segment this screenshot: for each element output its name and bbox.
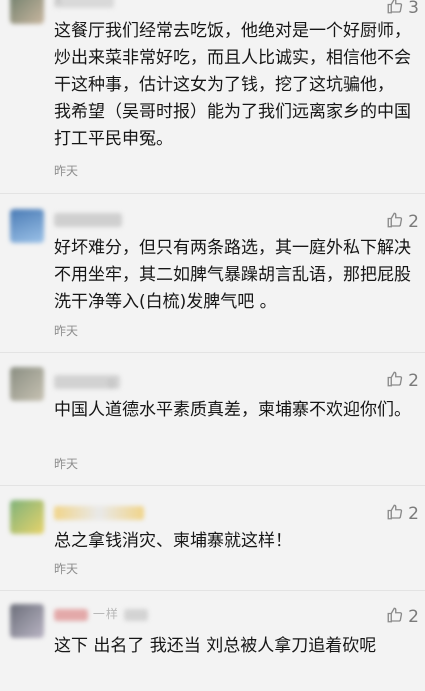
commenter-name[interactable]	[54, 506, 144, 520]
commenter-name[interactable]: g	[54, 375, 120, 389]
like-button[interactable]: 2	[386, 503, 419, 525]
divider	[0, 193, 425, 194]
thumbs-up-icon	[386, 211, 404, 234]
like-count: 2	[408, 371, 419, 391]
commenter-name[interactable]: X	[54, 0, 114, 8]
comment-time: 昨天	[54, 164, 79, 178]
name-visible-part: 一样	[92, 607, 119, 621]
name-blur-prefix	[54, 608, 88, 621]
comment-text: 这餐厅我们经常去吃饭，他绝对是一个好厨师，炒出来菜非常好吃，而且人比诚实，相信他…	[54, 21, 411, 149]
comment-text: 总之拿钱消灾、柬埔寨就这样！	[54, 531, 292, 551]
divider	[0, 590, 425, 591]
thumbs-up-icon	[386, 606, 404, 629]
like-button[interactable]: 2	[386, 211, 419, 233]
comment-text: 这下 出名了 我还当 刘总被人拿刀追着砍呢	[54, 636, 377, 656]
avatar[interactable]	[10, 0, 44, 24]
like-count: 2	[408, 607, 419, 627]
commenter-name[interactable]	[54, 213, 122, 227]
like-button[interactable]: 2	[386, 606, 419, 628]
like-count: 2	[408, 504, 419, 524]
thumbs-up-icon	[386, 370, 404, 393]
comment-text: 好坏难分，但只有两条路选，其一庭外私下解决不用坐牢，其二如脾气暴躁胡言乱语，那把…	[54, 238, 411, 312]
comment-time: 昨天	[54, 562, 79, 576]
divider	[0, 485, 425, 486]
avatar[interactable]	[10, 500, 44, 534]
comment-time: 昨天	[54, 457, 79, 471]
like-button[interactable]: 3	[386, 0, 419, 19]
commenter-name[interactable]: 一样	[54, 607, 174, 621]
thumbs-up-icon	[386, 0, 404, 20]
like-button[interactable]: 2	[386, 370, 419, 392]
like-count: 3	[408, 0, 419, 18]
comment-time: 昨天	[54, 324, 79, 338]
name-blur-suffix	[123, 608, 148, 621]
avatar[interactable]	[10, 604, 44, 638]
like-count: 2	[408, 212, 419, 232]
comment-text: 中国人道德水平素质真差，柬埔寨不欢迎你们。	[54, 400, 411, 420]
avatar[interactable]	[10, 209, 44, 243]
thumbs-up-icon	[386, 503, 404, 526]
avatar[interactable]	[10, 367, 44, 401]
divider	[0, 352, 425, 353]
